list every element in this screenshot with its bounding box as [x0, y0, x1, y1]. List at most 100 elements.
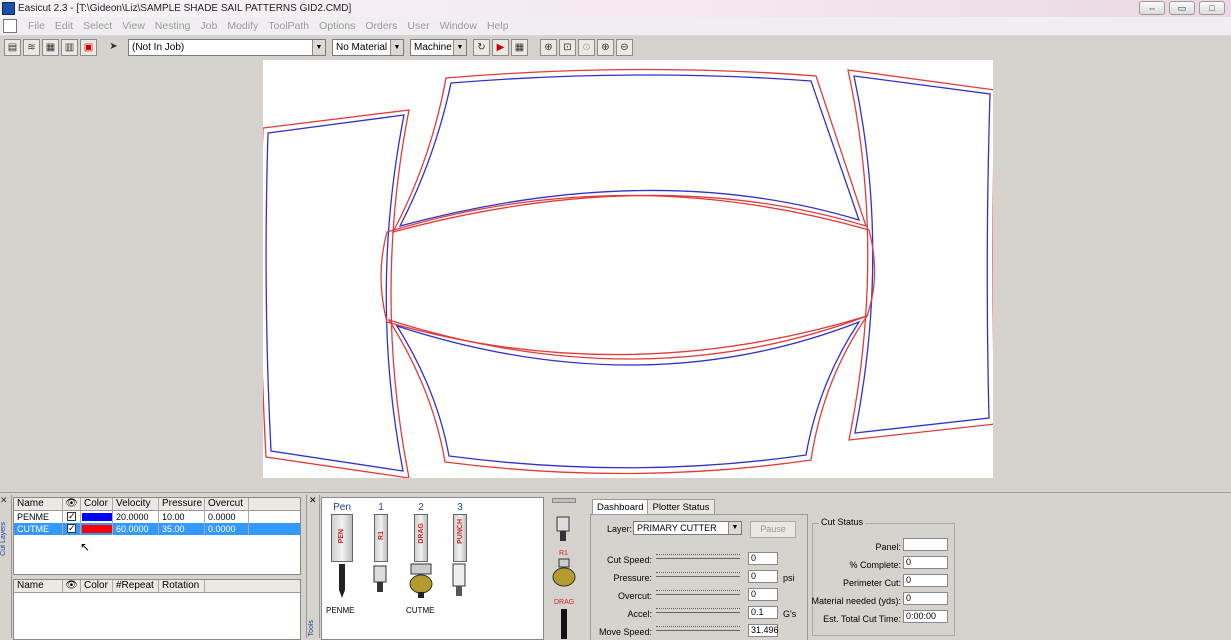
- zoom-plus-icon[interactable]: ⊕: [597, 38, 614, 56]
- restore-button[interactable]: ⇔: [1139, 1, 1165, 15]
- table-icon[interactable]: ▦: [511, 38, 528, 56]
- table-row[interactable]: PENME 20.0000 10.00 0.0000: [14, 511, 300, 523]
- zoom-window-icon[interactable]: ⊡: [559, 38, 576, 56]
- pressure-unit: psi: [783, 573, 795, 583]
- menu-edit[interactable]: Edit: [50, 20, 78, 32]
- dashboard-panel: Dashboard Plotter Status Layer: PRIMARY C…: [590, 499, 1231, 640]
- menu-job[interactable]: Job: [195, 20, 222, 32]
- col-rotation[interactable]: Rotation: [159, 580, 205, 592]
- cut-icon[interactable]: ▣: [80, 38, 97, 56]
- rotate-icon[interactable]: ↻: [473, 38, 490, 56]
- menu-orders[interactable]: Orders: [360, 20, 402, 32]
- drag-tool-slot[interactable]: DRAG: [414, 514, 428, 562]
- tool-heads-icon: [339, 563, 466, 598]
- menu-select[interactable]: Select: [78, 20, 117, 32]
- bottom-panel-outer: [387, 314, 869, 475]
- table-row[interactable]: CUTME 60.0000 35.00 0.0000: [14, 523, 300, 535]
- r1-head-icon: [556, 516, 570, 541]
- menu-window[interactable]: Window: [435, 20, 482, 32]
- cut-speed-label: Cut Speed:: [606, 555, 652, 565]
- drawing-canvas[interactable]: [0, 58, 1231, 490]
- layer-velocity: 20.0000: [113, 511, 159, 523]
- chevron-down-icon[interactable]: ▼: [312, 39, 325, 55]
- pointer-icon[interactable]: ➤: [105, 39, 122, 56]
- grid-icon[interactable]: ▥: [61, 38, 78, 56]
- tab-plotter-status[interactable]: Plotter Status: [647, 499, 715, 515]
- zoom-in-icon[interactable]: ⊕: [540, 38, 557, 56]
- document-icon[interactable]: [3, 19, 17, 33]
- overcut-slider[interactable]: [656, 590, 740, 599]
- job-combo-value: (Not In Job): [132, 41, 185, 53]
- accel-field[interactable]: 0.1: [748, 606, 778, 619]
- cut-status-group: Cut Status Panel: % Complete: 0 Perimete…: [811, 517, 955, 636]
- menu-view[interactable]: View: [117, 20, 150, 32]
- top-panel-inner: [398, 74, 861, 228]
- visible-checkbox[interactable]: [63, 523, 81, 535]
- pressure-slider[interactable]: [656, 572, 740, 581]
- menu-modify[interactable]: Modify: [222, 20, 263, 32]
- eye-icon[interactable]: 👁: [63, 580, 81, 592]
- zoom-previous-icon[interactable]: ⊙: [578, 38, 595, 56]
- col-name[interactable]: Name: [14, 580, 63, 592]
- r1-tool-slot[interactable]: R1: [374, 514, 388, 562]
- maximize-button[interactable]: □: [1199, 1, 1225, 15]
- pressure-label: Pressure:: [613, 573, 652, 583]
- layer-select[interactable]: PRIMARY CUTTER ▼: [633, 521, 742, 535]
- accel-slider[interactable]: [656, 608, 740, 617]
- col-velocity[interactable]: Velocity: [113, 498, 159, 510]
- col-overcut[interactable]: Overcut: [205, 498, 249, 510]
- chevron-down-icon[interactable]: ▼: [728, 522, 741, 534]
- move-speed-field[interactable]: 31.496: [748, 624, 779, 637]
- cut-speed-slider[interactable]: [656, 554, 740, 563]
- print-icon[interactable]: ▦: [42, 38, 59, 56]
- material-combo[interactable]: No Material ▼: [332, 38, 404, 56]
- tab-dashboard[interactable]: Dashboard: [592, 499, 649, 515]
- visible-checkbox[interactable]: [63, 511, 81, 523]
- menu-user[interactable]: User: [402, 20, 434, 32]
- window-title: Easicut 2.3 - [T:\Gideon\Liz\SAMPLE SHAD…: [18, 3, 352, 14]
- pen-tool-slot[interactable]: PEN: [331, 514, 353, 562]
- app-icon: [2, 2, 15, 15]
- play-icon[interactable]: ▶: [492, 38, 509, 56]
- pressure-field[interactable]: 0: [748, 570, 778, 583]
- layer-color[interactable]: [81, 511, 113, 523]
- drag-handle[interactable]: [552, 498, 576, 503]
- chevron-down-icon[interactable]: ▼: [453, 39, 466, 55]
- cut-status-title: Cut Status: [819, 517, 866, 527]
- menu-nesting[interactable]: Nesting: [150, 20, 196, 32]
- layers-grid-header: Name 👁 Color Velocity Pressure Overcut: [14, 498, 300, 511]
- accel-unit: G's: [783, 609, 797, 619]
- import-icon[interactable]: ≋: [23, 38, 40, 56]
- col-name[interactable]: Name: [14, 498, 63, 510]
- col-repeat[interactable]: #Repeat: [113, 580, 159, 592]
- close-icon[interactable]: ✕: [307, 495, 319, 506]
- open-icon[interactable]: ▤: [4, 38, 21, 56]
- eye-icon[interactable]: 👁: [63, 498, 81, 510]
- col-color[interactable]: Color: [81, 498, 113, 510]
- material-sheet[interactable]: [259, 60, 996, 479]
- move-speed-slider[interactable]: [656, 626, 740, 635]
- material-combo-value: No Material: [336, 41, 388, 53]
- close-icon[interactable]: ✕: [0, 495, 11, 506]
- layer-pressure: 10.00: [159, 511, 205, 523]
- punch-tool-slot[interactable]: PUNCH: [453, 514, 467, 562]
- cut-speed-field[interactable]: 0: [748, 552, 778, 565]
- menu-file[interactable]: File: [23, 20, 50, 32]
- menu-toolpath[interactable]: ToolPath: [263, 20, 314, 32]
- minimize-button[interactable]: ▭: [1169, 1, 1195, 15]
- job-combo[interactable]: (Not In Job) ▼: [128, 38, 326, 56]
- zoom-minus-icon[interactable]: ⊖: [616, 38, 633, 56]
- machine-combo[interactable]: Machine ▼: [410, 38, 467, 56]
- col-color[interactable]: Color: [81, 580, 113, 592]
- col-pressure[interactable]: Pressure: [159, 498, 205, 510]
- tools-strip: ✕ Tools: [306, 495, 320, 638]
- layer-color[interactable]: [81, 523, 113, 535]
- menu-options[interactable]: Options: [314, 20, 360, 32]
- menu-help[interactable]: Help: [482, 20, 514, 32]
- layer-overcut: 0.0000: [205, 523, 249, 535]
- right-panel-inner: [853, 75, 991, 434]
- shade-sail-patterns: [259, 68, 996, 479]
- pause-button[interactable]: Pause: [750, 521, 796, 538]
- chevron-down-icon[interactable]: ▼: [390, 39, 403, 55]
- overcut-field[interactable]: 0: [748, 588, 778, 601]
